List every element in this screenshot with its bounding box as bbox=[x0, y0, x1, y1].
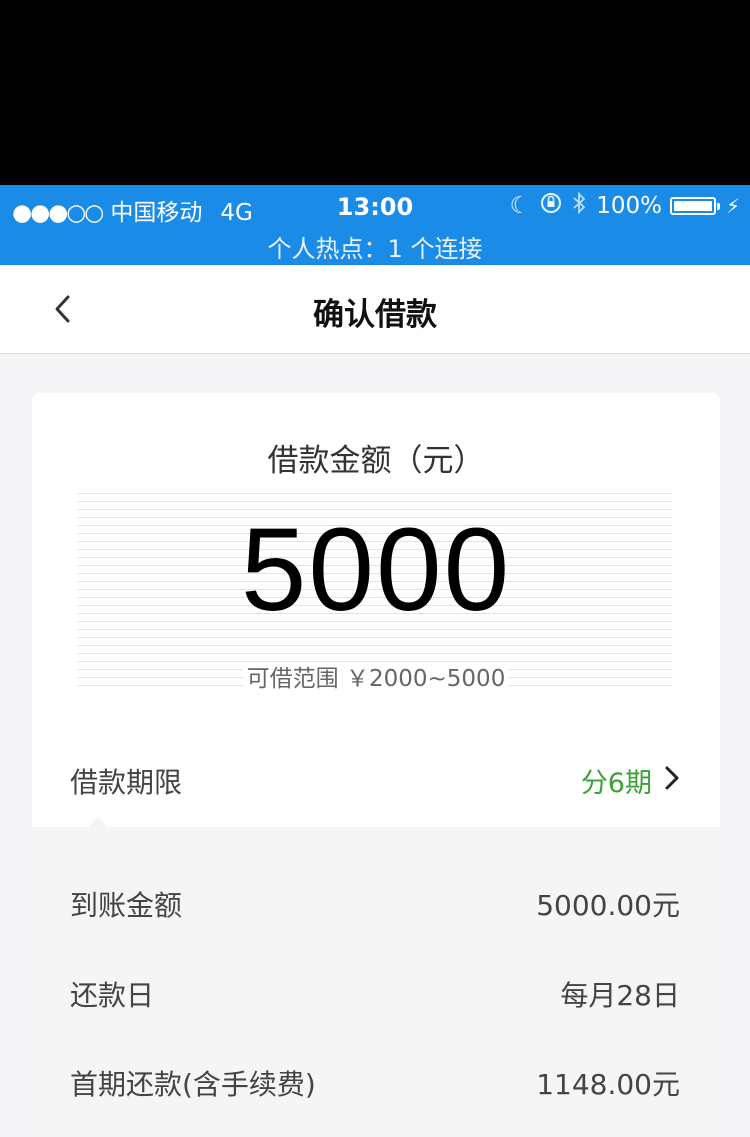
amount-range-text: 可借范围 ￥2000~5000 bbox=[242, 666, 510, 692]
orientation-lock-icon bbox=[540, 192, 562, 220]
detail-value: 每月28日 bbox=[560, 979, 680, 1012]
term-label: 借款期限 bbox=[70, 766, 183, 799]
detail-value: 1148.00元 bbox=[536, 1068, 680, 1101]
hotspot-banner[interactable]: 个人热点：1 个连接 bbox=[0, 229, 750, 264]
loan-term-row[interactable]: 借款期限 分6期 bbox=[32, 733, 720, 809]
status-row: ●●●○○ 中国移动 4G 13:00 ☾ 100% ⚡ bbox=[0, 185, 750, 227]
page-title: 确认借款 bbox=[313, 297, 437, 333]
moon-icon: ☾ bbox=[509, 193, 531, 219]
battery-icon bbox=[669, 197, 720, 215]
term-value: 分6期 bbox=[580, 768, 652, 799]
loan-card: 借款金额（元） 5000 可借范围 ￥2000~5000 借款期限 分6期 bbox=[32, 393, 720, 827]
chevron-right-icon bbox=[665, 766, 679, 790]
detail-label: 还款日 bbox=[70, 979, 155, 1012]
status-right: ☾ 100% ⚡ bbox=[510, 191, 740, 221]
detail-label: 首期还款(含手续费) bbox=[70, 1068, 316, 1101]
nav-bar: 确认借款 bbox=[0, 265, 750, 354]
loan-amount[interactable]: 5000 bbox=[32, 511, 720, 629]
detail-row-received: 到账金额 5000.00元 bbox=[32, 872, 720, 932]
term-pointer bbox=[88, 817, 108, 827]
top-black-area bbox=[0, 0, 750, 185]
amount-range: 可借范围 ￥2000~5000 bbox=[32, 659, 720, 693]
detail-value: 5000.00元 bbox=[536, 889, 680, 922]
loan-details: 到账金额 5000.00元 还款日 每月28日 首期还款(含手续费) 1148.… bbox=[32, 827, 720, 1137]
detail-label: 到账金额 bbox=[70, 889, 183, 922]
charging-icon: ⚡ bbox=[725, 194, 740, 218]
battery-percent: 100% bbox=[596, 193, 662, 219]
bluetooth-icon bbox=[572, 191, 586, 220]
amount-label: 借款金额（元） bbox=[267, 443, 485, 479]
status-bar: ●●●○○ 中国移动 4G 13:00 ☾ 100% ⚡ 个人热点：1 个连接 bbox=[0, 185, 750, 265]
detail-row-first-payment: 首期还款(含手续费) 1148.00元 bbox=[32, 1051, 720, 1111]
detail-row-repay-day: 还款日 每月28日 bbox=[32, 962, 720, 1022]
